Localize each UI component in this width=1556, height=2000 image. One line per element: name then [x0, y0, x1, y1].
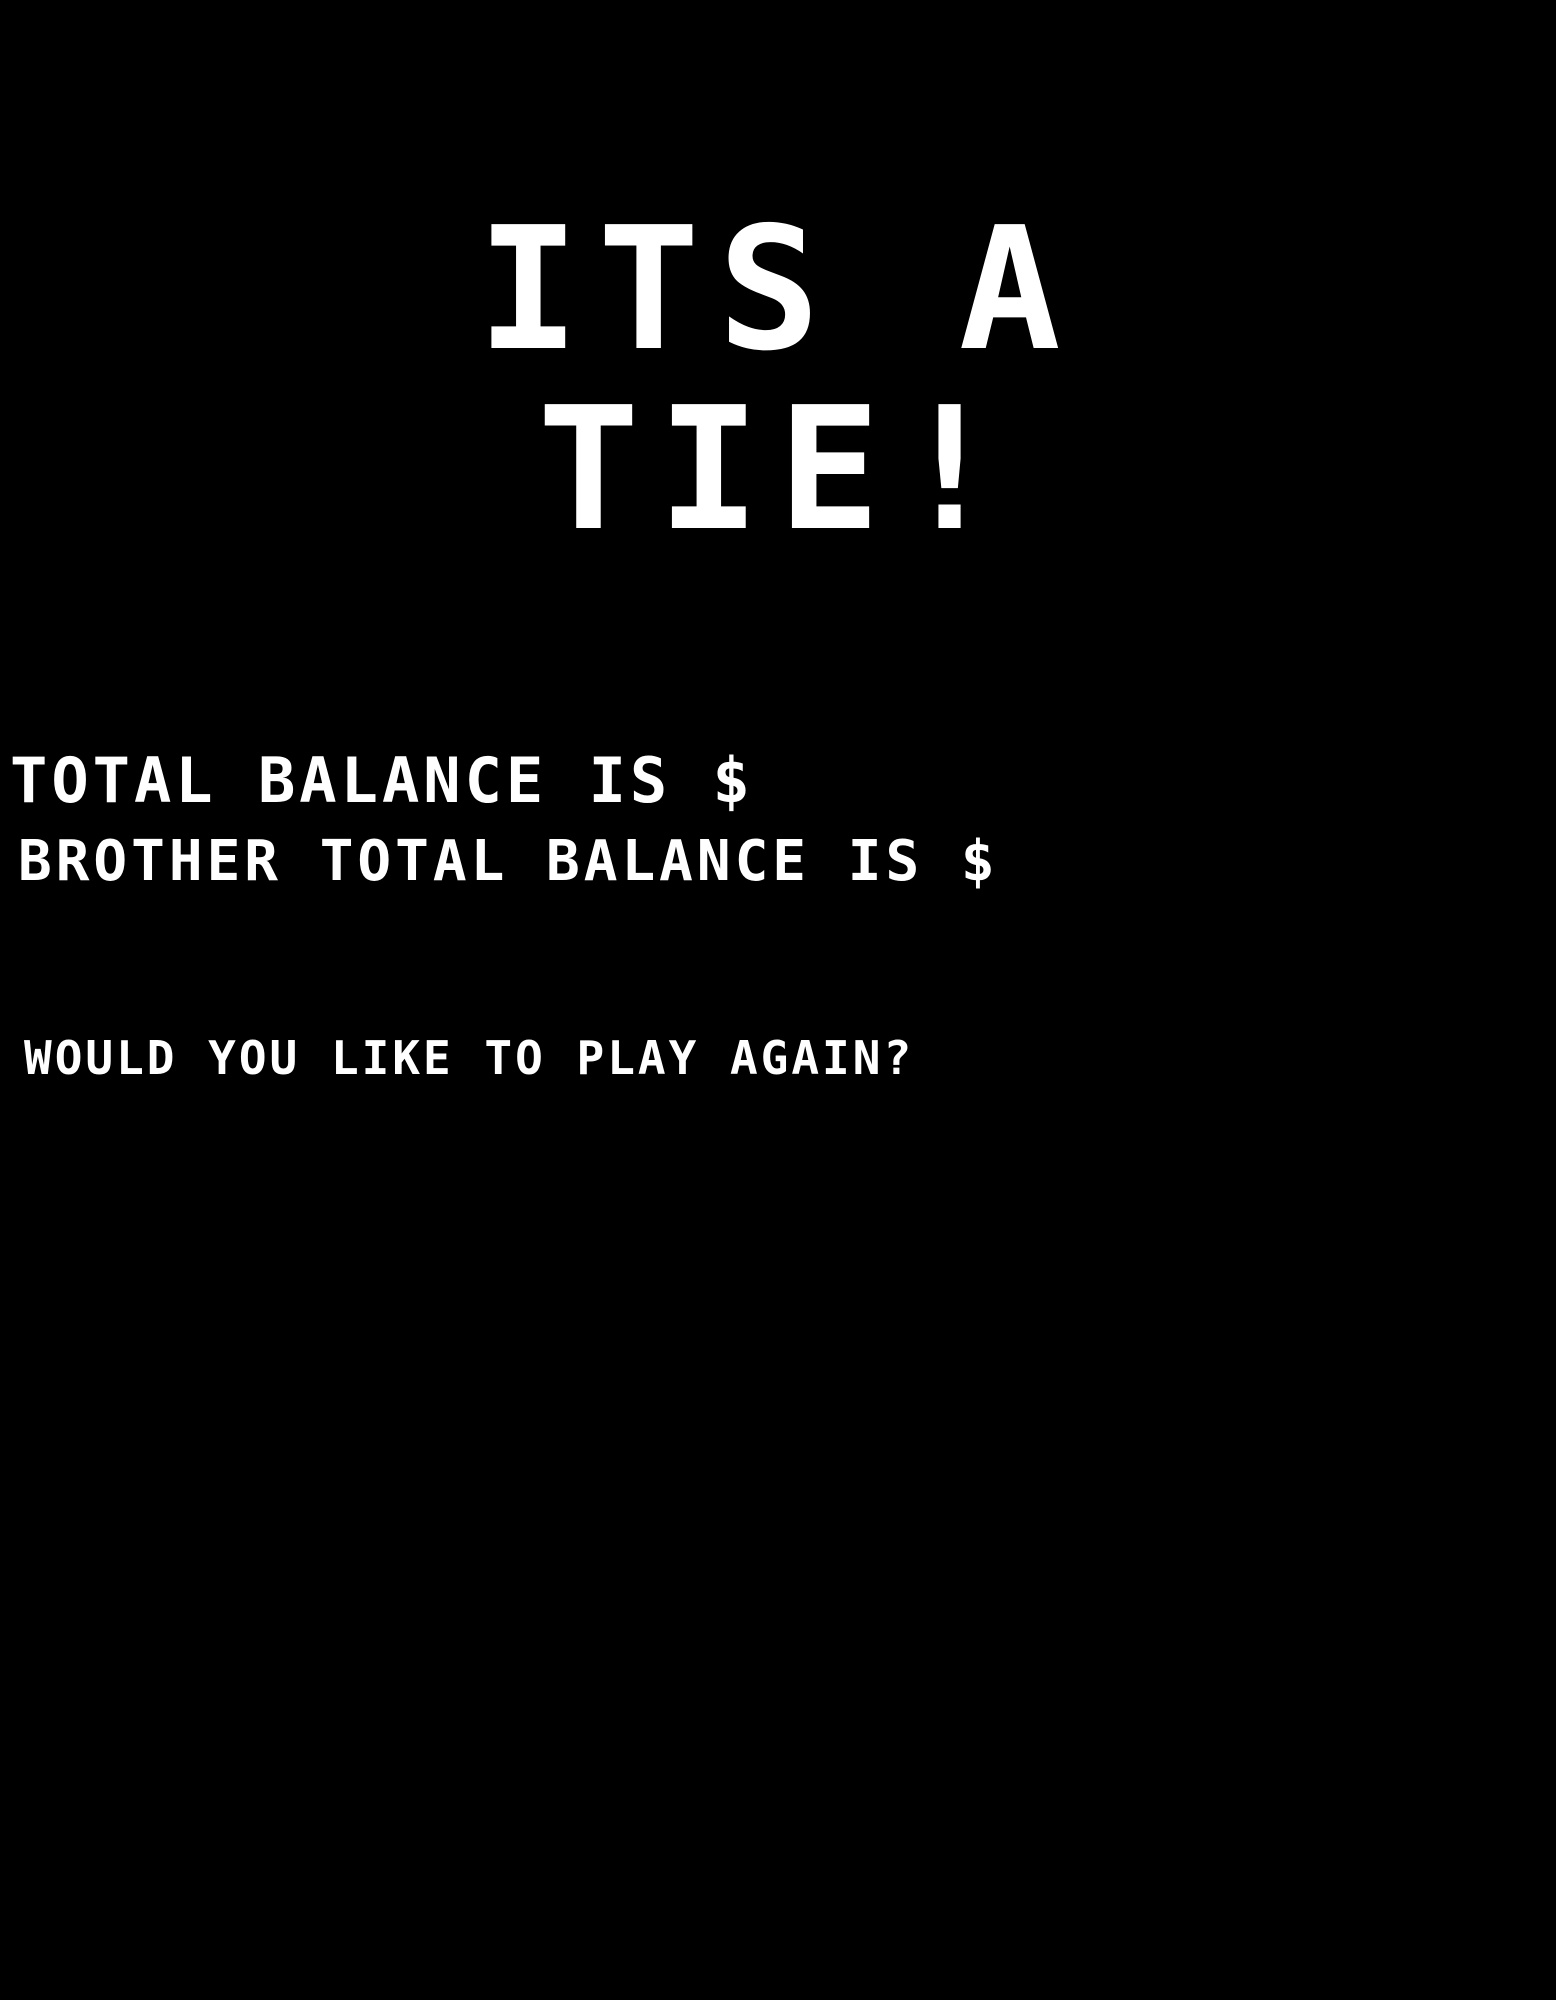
- brother-balance-label: BROTHER TOTAL BALANCE IS $: [18, 829, 999, 894]
- player-balance: TOTAL BALANCE IS $: [10, 746, 760, 816]
- brother-balance: BROTHER TOTAL BALANCE IS $: [18, 830, 1005, 894]
- game-over-screen: ITS A TIE! TOTAL BALANCE IS $ BROTHER TO…: [0, 0, 1556, 2000]
- player-balance-label: TOTAL BALANCE IS $: [10, 744, 754, 817]
- play-again-prompt[interactable]: WOULD YOU LIKE TO PLAY AGAIN?: [24, 1030, 914, 1086]
- result-title-line-2: TIE!: [537, 371, 1019, 569]
- result-title-line-1: ITS A: [477, 191, 1079, 389]
